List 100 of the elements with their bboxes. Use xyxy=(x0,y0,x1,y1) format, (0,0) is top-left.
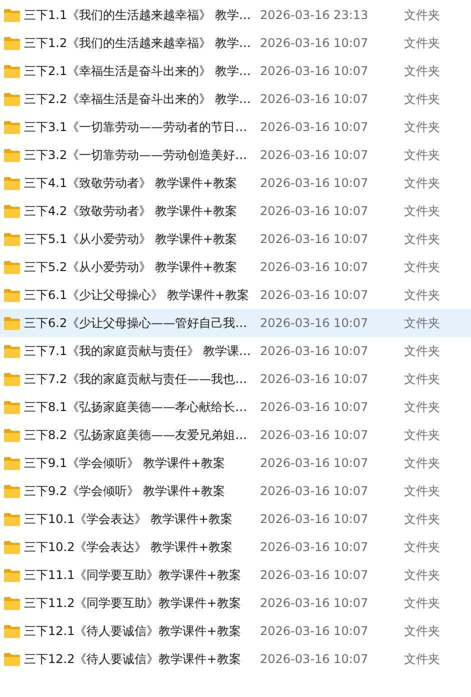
file-row[interactable]: 三下1.1《我们的生活越来越幸福》 教学… 2026-03-16 23:13 文件夹 xyxy=(0,1,471,29)
folder-icon xyxy=(4,120,20,134)
file-type: 文件夹 xyxy=(404,398,440,416)
file-row[interactable]: 三下3.1《一切靠劳动——劳动者的节日… 2026-03-16 10:07 文件夹 xyxy=(0,113,471,141)
modified-date: 2026-03-16 10:07 xyxy=(260,288,370,302)
file-type: 文件夹 xyxy=(404,258,440,276)
file-type: 文件夹 xyxy=(404,62,440,80)
file-row[interactable]: 三下12.1《待人要诚信》教学课件+教案 2026-03-16 10:07 文件夹 xyxy=(0,617,471,645)
file-row[interactable]: 三下9.1《学会倾听》 教学课件+教案 2026-03-16 10:07 文件夹 xyxy=(0,449,471,477)
file-name: 三下12.1《待人要诚信》教学课件+教案 xyxy=(24,622,242,640)
file-row[interactable]: 三下12.2《待人要诚信》教学课件+教案 2026-03-16 10:07 文件夹 xyxy=(0,645,471,673)
modified-date: 2026-03-16 10:07 xyxy=(260,36,370,50)
file-row[interactable]: 三下7.1《我的家庭贡献与责任》 教学课… 2026-03-16 10:07 文件夹 xyxy=(0,337,471,365)
file-type: 文件夹 xyxy=(404,6,440,24)
modified-date: 2026-03-16 10:07 xyxy=(260,540,370,554)
folder-icon xyxy=(4,372,20,386)
file-row[interactable]: 三下2.1《幸福生活是奋斗出来的》 教学… 2026-03-16 10:07 文件夹 xyxy=(0,57,471,85)
folder-icon xyxy=(4,456,20,470)
file-name: 三下8.1《弘扬家庭美德——孝心献给长… xyxy=(24,398,248,416)
file-type: 文件夹 xyxy=(404,118,440,136)
file-name: 三下1.2《我们的生活越来越幸福》 教学… xyxy=(24,34,252,52)
file-name: 三下11.2《同学要互助》教学课件+教案 xyxy=(24,594,242,612)
file-type: 文件夹 xyxy=(404,650,440,668)
file-name: 三下3.1《一切靠劳动——劳动者的节日… xyxy=(24,118,248,136)
file-row[interactable]: 三下4.2《致敬劳动者》 教学课件+教案 2026-03-16 10:07 文件夹 xyxy=(0,197,471,225)
file-name: 三下9.1《学会倾听》 教学课件+教案 xyxy=(24,454,226,472)
file-row[interactable]: 三下5.2《从小爱劳动》 教学课件+教案 2026-03-16 10:07 文件夹 xyxy=(0,253,471,281)
file-name: 三下7.2《我的家庭贡献与责任——我也… xyxy=(24,370,248,388)
file-name: 三下5.1《从小爱劳动》 教学课件+教案 xyxy=(24,230,238,248)
file-name: 三下6.2《少让父母操心——管好自己我… xyxy=(24,314,248,332)
file-name: 三下4.1《致敬劳动者》 教学课件+教案 xyxy=(24,174,238,192)
file-name: 三下10.2《学会表达》 教学课件+教案 xyxy=(24,538,234,556)
folder-icon xyxy=(4,204,20,218)
modified-date: 2026-03-16 10:07 xyxy=(260,204,370,218)
modified-date: 2026-03-16 10:07 xyxy=(260,64,370,78)
folder-icon xyxy=(4,568,20,582)
modified-date: 2026-03-16 10:07 xyxy=(260,456,370,470)
file-row[interactable]: 三下5.1《从小爱劳动》 教学课件+教案 2026-03-16 10:07 文件夹 xyxy=(0,225,471,253)
folder-icon xyxy=(4,316,20,330)
modified-date: 2026-03-16 10:07 xyxy=(260,344,370,358)
file-row[interactable]: 三下1.2《我们的生活越来越幸福》 教学… 2026-03-16 10:07 文件夹 xyxy=(0,29,471,57)
folder-icon xyxy=(4,92,20,106)
modified-date: 2026-03-16 10:07 xyxy=(260,372,370,386)
file-name: 三下5.2《从小爱劳动》 教学课件+教案 xyxy=(24,258,238,276)
folder-icon xyxy=(4,400,20,414)
file-row[interactable]: 三下6.1《少让父母操心》 教学课件+教案 2026-03-16 10:07 文件夹 xyxy=(0,281,471,309)
file-type: 文件夹 xyxy=(404,370,440,388)
file-type: 文件夹 xyxy=(404,594,440,612)
file-row[interactable]: 三下8.1《弘扬家庭美德——孝心献给长… 2026-03-16 10:07 文件夹 xyxy=(0,393,471,421)
folder-icon xyxy=(4,512,20,526)
file-row[interactable]: 三下11.2《同学要互助》教学课件+教案 2026-03-16 10:07 文件夹 xyxy=(0,589,471,617)
file-name: 三下3.2《一切靠劳动——劳动创造美好… xyxy=(24,146,248,164)
modified-date: 2026-03-16 23:13 xyxy=(260,8,370,22)
file-row[interactable]: 三下2.2《幸福生活是奋斗出来的》 教学… 2026-03-16 10:07 文件夹 xyxy=(0,85,471,113)
file-row[interactable]: 三下6.2《少让父母操心——管好自己我… 2026-03-16 10:07 文件夹 xyxy=(0,309,471,337)
modified-date: 2026-03-16 10:07 xyxy=(260,176,370,190)
file-name: 三下4.2《致敬劳动者》 教学课件+教案 xyxy=(24,202,238,220)
file-row[interactable]: 三下10.1《学会表达》 教学课件+教案 2026-03-16 10:07 文件夹 xyxy=(0,505,471,533)
modified-date: 2026-03-16 10:07 xyxy=(260,596,370,610)
folder-icon xyxy=(4,36,20,50)
modified-date: 2026-03-16 10:07 xyxy=(260,260,370,274)
file-name: 三下10.1《学会表达》 教学课件+教案 xyxy=(24,510,234,528)
folder-icon xyxy=(4,288,20,302)
modified-date: 2026-03-16 10:07 xyxy=(260,568,370,582)
file-row[interactable]: 三下4.1《致敬劳动者》 教学课件+教案 2026-03-16 10:07 文件夹 xyxy=(0,169,471,197)
file-row[interactable]: 三下10.2《学会表达》 教学课件+教案 2026-03-16 10:07 文件夹 xyxy=(0,533,471,561)
modified-date: 2026-03-16 10:07 xyxy=(260,400,370,414)
file-type: 文件夹 xyxy=(404,566,440,584)
file-type: 文件夹 xyxy=(404,538,440,556)
folder-icon xyxy=(4,260,20,274)
file-type: 文件夹 xyxy=(404,454,440,472)
file-type: 文件夹 xyxy=(404,510,440,528)
file-row[interactable]: 三下7.2《我的家庭贡献与责任——我也… 2026-03-16 10:07 文件夹 xyxy=(0,365,471,393)
file-name: 三下6.1《少让父母操心》 教学课件+教案 xyxy=(24,286,250,304)
file-type: 文件夹 xyxy=(404,314,440,332)
file-name: 三下8.2《弘扬家庭美德——友爱兄弟姐… xyxy=(24,426,248,444)
modified-date: 2026-03-16 10:07 xyxy=(260,652,370,666)
file-type: 文件夹 xyxy=(404,622,440,640)
file-row[interactable]: 三下9.2《学会倾听》 教学课件+教案 2026-03-16 10:07 文件夹 xyxy=(0,477,471,505)
folder-icon xyxy=(4,232,20,246)
file-row[interactable]: 三下11.1《同学要互助》教学课件+教案 2026-03-16 10:07 文件夹 xyxy=(0,561,471,589)
file-row[interactable]: 三下3.2《一切靠劳动——劳动创造美好… 2026-03-16 10:07 文件夹 xyxy=(0,141,471,169)
modified-date: 2026-03-16 10:07 xyxy=(260,92,370,106)
file-type: 文件夹 xyxy=(404,202,440,220)
folder-icon xyxy=(4,540,20,554)
modified-date: 2026-03-16 10:07 xyxy=(260,120,370,134)
folder-icon xyxy=(4,428,20,442)
modified-date: 2026-03-16 10:07 xyxy=(260,512,370,526)
file-type: 文件夹 xyxy=(404,230,440,248)
file-row[interactable]: 三下8.2《弘扬家庭美德——友爱兄弟姐… 2026-03-16 10:07 文件夹 xyxy=(0,421,471,449)
folder-icon xyxy=(4,652,20,666)
folder-icon xyxy=(4,64,20,78)
file-name: 三下7.1《我的家庭贡献与责任》 教学课… xyxy=(24,342,252,360)
file-type: 文件夹 xyxy=(404,286,440,304)
folder-icon xyxy=(4,484,20,498)
folder-icon xyxy=(4,344,20,358)
modified-date: 2026-03-16 10:07 xyxy=(260,484,370,498)
file-name: 三下11.1《同学要互助》教学课件+教案 xyxy=(24,566,242,584)
file-type: 文件夹 xyxy=(404,426,440,444)
file-type: 文件夹 xyxy=(404,342,440,360)
